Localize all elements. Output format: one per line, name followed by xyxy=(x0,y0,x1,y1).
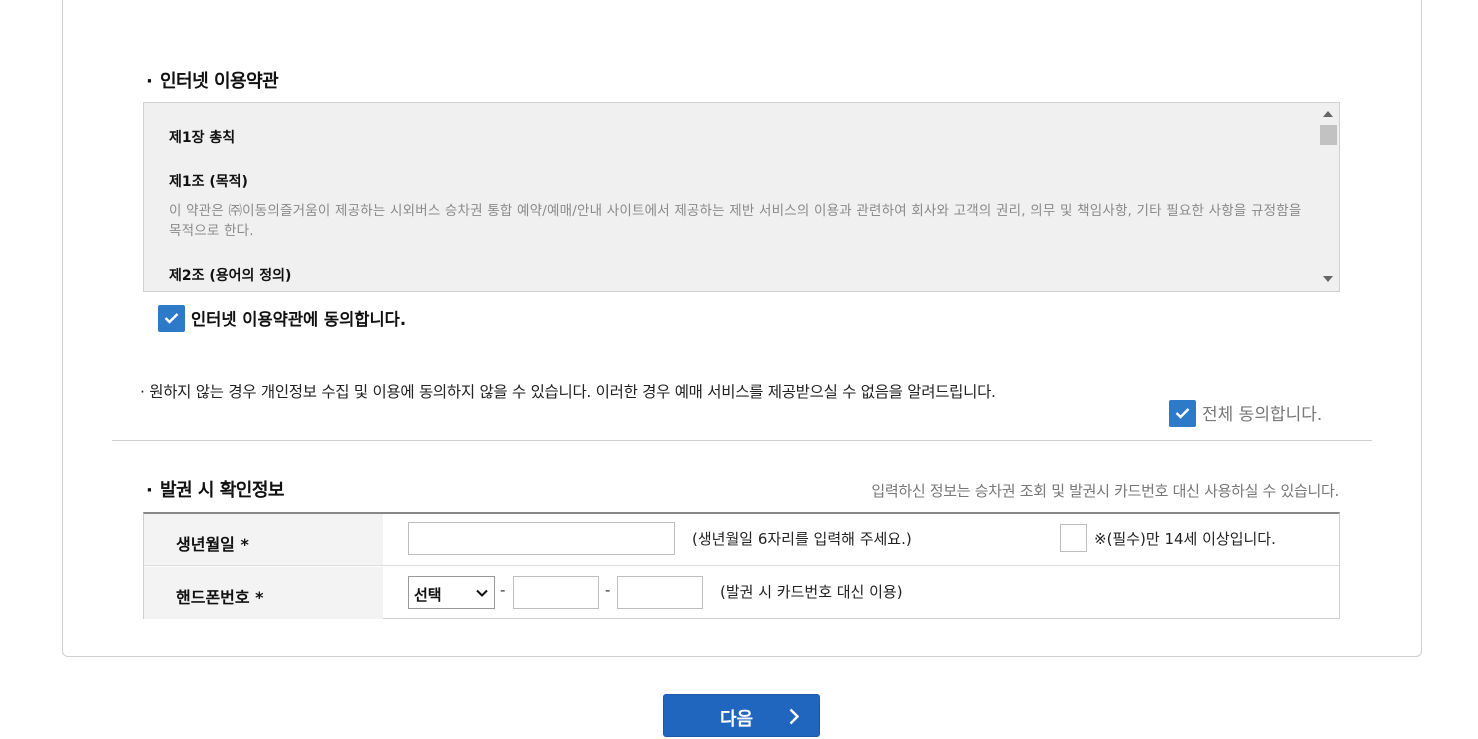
terms-agree-checkbox[interactable] xyxy=(158,305,185,332)
chevron-down-icon xyxy=(476,589,488,597)
next-button[interactable]: 다음 xyxy=(663,694,820,737)
birth-hint: (생년월일 6자리를 입력해 주세요.) xyxy=(692,530,912,548)
phone-last-input[interactable] xyxy=(617,576,703,609)
check-icon xyxy=(164,313,179,324)
terms-chapter: 제1장 총칙 xyxy=(169,130,236,146)
scroll-up-arrow-icon[interactable] xyxy=(1323,111,1333,117)
birth-label: 생년월일 * xyxy=(176,535,249,554)
terms-content: 제1장 총칙 제1조 (목적) 이 약관은 ㈜이동의즐거움이 제공하는 시외버스… xyxy=(169,127,1309,285)
bullet: · xyxy=(140,383,150,401)
chevron-right-icon xyxy=(789,708,799,725)
birth-row: 생년월일 * (생년월일 6자리를 입력해 주세요.) ※(필수)만 14세 이… xyxy=(144,514,1339,566)
phone-prefix-select[interactable]: 선택 xyxy=(408,576,495,609)
birth-input[interactable] xyxy=(408,522,675,555)
terms-agree-label[interactable]: 인터넷 이용약관에 동의합니다. xyxy=(191,306,406,330)
terms-section-title: · 인터넷 이용약관 xyxy=(146,67,279,93)
terms-article1-title: 제1조 (목적) xyxy=(169,174,248,190)
phone-prefix-value: 선택 xyxy=(414,586,442,604)
phone-label: 핸드폰번호 * xyxy=(176,588,264,607)
phone-label-cell: 핸드폰번호 * xyxy=(144,567,383,619)
bullet: · xyxy=(146,71,153,92)
bullet: · xyxy=(146,480,153,501)
phone-middle-input[interactable] xyxy=(513,576,599,609)
check-icon xyxy=(1175,408,1190,419)
birth-label-cell: 생년월일 * xyxy=(144,514,383,565)
agree-all-label[interactable]: 전체 동의합니다. xyxy=(1202,400,1322,425)
terms-scroll-box[interactable]: 제1장 총칙 제1조 (목적) 이 약관은 ㈜이동의즐거움이 제공하는 시외버스… xyxy=(143,102,1340,292)
ticket-info-title-text: 발권 시 확인정보 xyxy=(160,480,284,501)
privacy-notice: · 원하지 않는 경우 개인정보 수집 및 이용에 동의하지 않을 수 있습니다… xyxy=(140,380,996,402)
terms-title-text: 인터넷 이용약관 xyxy=(160,71,279,92)
ticket-info-form: 생년월일 * (생년월일 6자리를 입력해 주세요.) ※(필수)만 14세 이… xyxy=(143,512,1340,619)
phone-row: 핸드폰번호 * 선택 - - (발권 시 카드번호 대신 이용) xyxy=(144,567,1339,619)
ticket-info-title: · 발권 시 확인정보 xyxy=(146,476,284,502)
phone-hint: (발권 시 카드번호 대신 이용) xyxy=(720,583,903,601)
phone-separator-2: - xyxy=(605,581,611,599)
next-button-label: 다음 xyxy=(720,709,754,730)
age-check-checkbox[interactable] xyxy=(1060,524,1087,552)
phone-separator-1: - xyxy=(500,581,506,599)
scroll-thumb[interactable] xyxy=(1320,125,1337,145)
terms-article1-body: 이 약관은 ㈜이동의즐거움이 제공하는 시외버스 승차권 통합 예약/예매/안내… xyxy=(169,203,1302,239)
age-check-label[interactable]: ※(필수)만 14세 이상입니다. xyxy=(1094,528,1276,549)
agree-all-checkbox[interactable] xyxy=(1169,400,1196,427)
terms-article2-title: 제2조 (용어의 정의) xyxy=(169,268,292,284)
section-divider xyxy=(112,440,1372,441)
scroll-down-arrow-icon[interactable] xyxy=(1323,276,1333,282)
ticket-info-note: 입력하신 정보는 승차권 조회 및 발권시 카드번호 대신 사용하실 수 있습니… xyxy=(871,482,1339,500)
terms-scrollbar[interactable] xyxy=(1318,103,1339,291)
privacy-notice-text: 원하지 않는 경우 개인정보 수집 및 이용에 동의하지 않을 수 있습니다. … xyxy=(149,383,996,401)
